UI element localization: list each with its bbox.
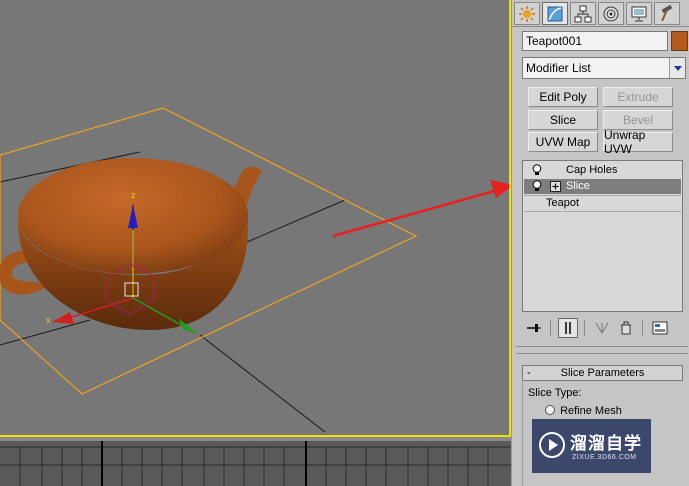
create-icon [519, 5, 535, 22]
modify-tab[interactable] [542, 2, 568, 25]
hammer-icon [661, 4, 673, 21]
slice-button[interactable]: Slice [528, 110, 598, 130]
grid-line [199, 334, 326, 433]
object-name-field[interactable]: Teapot001 [522, 31, 668, 51]
z-axis-label: z [131, 190, 136, 200]
viewport-scene: z x [0, 107, 509, 433]
stack-toolbar [522, 318, 686, 338]
radio-button[interactable] [545, 405, 555, 415]
edit-poly-button[interactable]: Edit Poly [528, 87, 598, 107]
modifier-stack[interactable]: Cap Holes Slice Teapot [522, 160, 683, 312]
play-logo-icon [538, 431, 566, 462]
command-panel-tabs [512, 0, 689, 27]
stack-item-label: Slice [566, 180, 590, 192]
hierarchy-icon [574, 5, 592, 22]
stack-item-teapot[interactable]: Teapot [524, 196, 681, 211]
command-panel: Teapot001 Modifier List Edit Poly Extrud… [511, 0, 689, 486]
x-axis-arrow[interactable] [52, 312, 74, 324]
x-axis-label: x [46, 315, 51, 325]
pin-stack-icon[interactable] [524, 318, 544, 338]
stack-divider [524, 211, 681, 212]
watermark-url: ZIXUE.3D66.COM [572, 454, 637, 461]
utilities-tab[interactable] [654, 2, 680, 25]
create-tab[interactable] [514, 2, 540, 25]
stack-item-label: Teapot [546, 197, 580, 209]
modifier-list-dropdown[interactable]: Modifier List [522, 57, 686, 79]
collapse-icon[interactable]: - [527, 366, 531, 380]
make-unique-icon[interactable] [592, 318, 612, 338]
display-tab[interactable] [626, 2, 652, 25]
refine-mesh-label: Refine Mesh [560, 405, 622, 417]
motion-icon [603, 6, 619, 21]
annotation-arrow-line [332, 188, 499, 238]
display-icon [631, 6, 647, 21]
motion-tab[interactable] [598, 2, 624, 25]
watermark-logo: 溜溜自学 ZIXUE.3D66.COM [532, 419, 651, 473]
stack-item-cap-holes[interactable]: Cap Holes [524, 163, 681, 178]
uvw-map-button[interactable]: UVW Map [528, 132, 598, 152]
modify-icon [547, 6, 563, 21]
chevron-down-icon[interactable] [669, 58, 685, 78]
bevel-button[interactable]: Bevel [603, 110, 673, 130]
rollout-title: Slice Parameters [560, 367, 645, 379]
configure-modifier-sets-icon[interactable] [650, 318, 670, 338]
expand-plus-icon[interactable] [550, 181, 561, 192]
remove-modifier-icon[interactable] [616, 318, 636, 338]
watermark-title: 溜溜自学 [570, 434, 642, 453]
unwrap-uvw-button[interactable]: Unwrap UVW [603, 128, 673, 156]
show-end-result-icon[interactable] [558, 318, 578, 338]
grid-line [239, 199, 346, 246]
perspective-viewport[interactable]: z x [0, 0, 511, 437]
track-bar-grid [0, 437, 511, 486]
slice-type-label: Slice Type: [528, 387, 582, 399]
object-color-swatch[interactable] [671, 31, 688, 51]
hierarchy-tab[interactable] [570, 2, 596, 25]
refine-mesh-option[interactable]: Refine Mesh [545, 405, 622, 417]
annotation-arrow-head [490, 180, 509, 198]
slice-parameters-rollout-header[interactable]: - Slice Parameters [522, 365, 683, 381]
modifier-list-label: Modifier List [526, 61, 591, 75]
stack-item-slice[interactable]: Slice [524, 179, 681, 194]
stack-item-label: Cap Holes [566, 164, 618, 176]
track-bar[interactable] [0, 437, 511, 486]
extrude-button[interactable]: Extrude [603, 87, 673, 107]
